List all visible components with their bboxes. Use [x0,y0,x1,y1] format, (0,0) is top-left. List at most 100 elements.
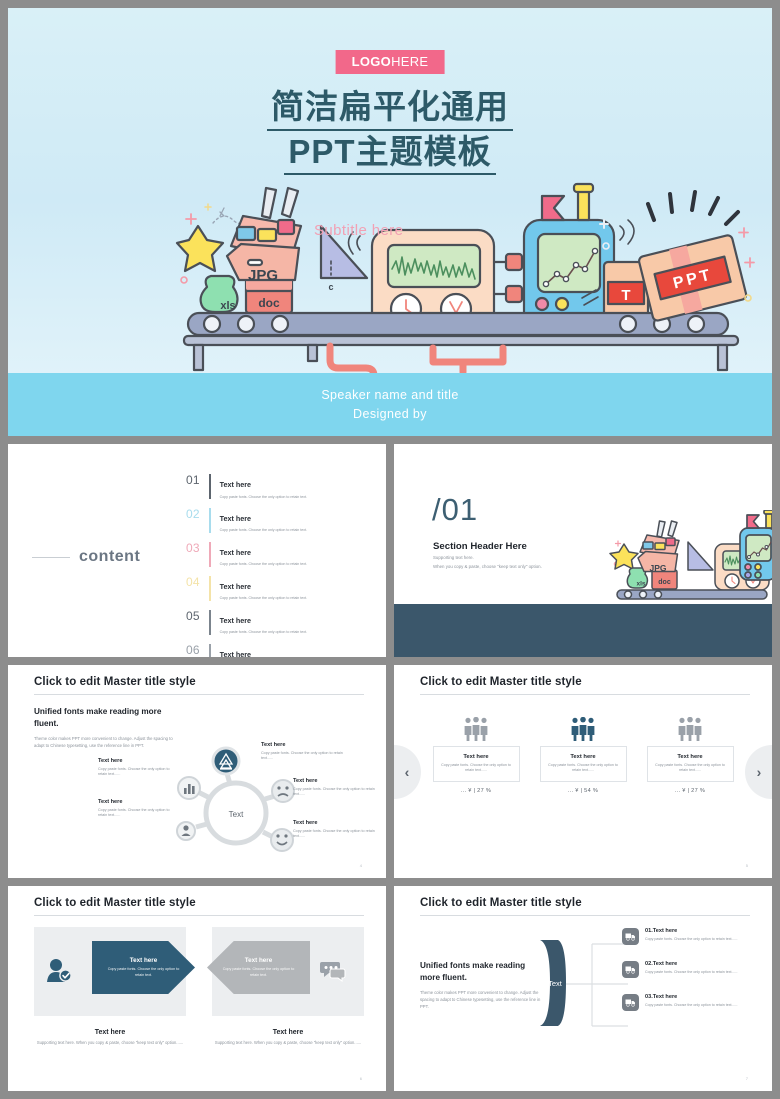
branch-item-heading: 03.Text here [645,994,678,1000]
svg-text:Text: Text [229,810,244,819]
people-column[interactable]: Text here Copy paste fonts. Choose the o… [646,717,734,795]
toc-body: Copy paste fonts. Choose the only option… [219,562,308,567]
slide-table-of-contents[interactable]: content 01 Text here Copy paste fonts. C… [8,444,386,657]
right-caption-heading: Text here [272,1029,304,1036]
toc-item[interactable]: 03 Text here Copy paste fonts. Choose th… [186,541,368,567]
toc-item[interactable]: 05 Text here Copy paste fonts. Choose th… [186,608,368,635]
svg-text:JPG: JPG [248,267,278,284]
page-number: 4 [359,863,362,868]
toc-item[interactable]: 02 Text here Copy paste fonts. Choose th… [186,506,368,533]
branch-item[interactable]: 01.Text here Copy paste fonts. Choose th… [622,928,752,945]
subtitle-text: Subtitle here [314,222,404,239]
slide-people-statistics[interactable]: Click to edit Master title style ‹ › Tex… [394,665,772,878]
toc-number: 02 [186,506,200,521]
toc-number: 01 [186,473,200,487]
title-underline [420,694,750,695]
people-group-icon [464,717,488,741]
toc-bar [209,507,211,533]
toc-bar [209,474,211,499]
branch-item-body: Copy paste fonts. Choose the only option… [645,937,738,941]
radial-node-heading: Text here [293,820,318,826]
toc-number: 05 [186,608,200,623]
delivery-truck-icon [622,994,639,1011]
branch-connector-lines [566,943,628,1027]
people-card: Text here Copy paste fonts. Choose the o… [539,746,627,783]
right-arrow-body: Copy paste fonts. Choose the only option… [222,967,295,977]
radial-node-label: Text here Copy paste fonts. Choose the o… [261,742,343,762]
people-group-icon [571,717,595,741]
people-card-body: Copy paste fonts. Choose the only option… [548,763,618,773]
toc-item[interactable]: 01 Text here Copy paste fonts. Choose th… [186,473,368,499]
toc-heading: Text here [219,615,252,625]
people-column[interactable]: Text here Copy paste fonts. Choose the o… [539,717,627,795]
toc-item[interactable]: 06 Text here Copy paste fonts. Choose th… [186,643,368,657]
toc-list: 01 Text here Copy paste fonts. Choose th… [186,473,368,657]
branch-item[interactable]: 02.Text here Copy paste fonts. Choose th… [622,961,752,978]
toc-item[interactable]: 04 Text here Copy paste fonts. Choose th… [186,575,368,601]
right-arrow-heading: Text here [244,957,273,965]
title-underline [34,915,364,916]
people-card: Text here Copy paste fonts. Choose the o… [432,746,520,783]
toc-body: Copy paste fonts. Choose the only option… [219,528,308,533]
people-value: ... ¥ | 54 % [567,788,599,795]
people-value: ... ¥ | 27 % [460,788,492,795]
toc-body: Copy paste fonts. Choose the only option… [219,494,308,499]
delivery-truck-icon [622,928,639,945]
ppt-template-preview-page: xls doc JPG c T PPT LOGOHERE 简洁扁平化通用 PPT… [0,0,780,1099]
slide-title: Click to edit Master title style [34,897,196,909]
toc-heading: Text here [219,649,252,657]
radial-node-heading: Text here [293,778,318,784]
section-support-line-1: Supporting text here. [433,555,474,560]
slide-opposing-arrows[interactable]: Click to edit Master title style Text he… [8,886,386,1091]
toc-bar [209,541,211,567]
people-card-heading: Text here [677,754,703,760]
radial-node-label: Text here Copy paste fonts. Choose the o… [98,799,173,819]
slide-radial-diagram[interactable]: Click to edit Master title style Unified… [8,665,386,878]
radial-node-heading: Text here [261,742,286,748]
lead-body: Theme color makes PPT more convenient to… [420,989,541,1010]
logo-placeholder-badge[interactable]: LOGOHERE [335,50,445,74]
toc-heading: Text here [219,480,252,489]
section-bottom-band [394,604,772,657]
left-caption: Text here Supporting text here. When you… [35,1029,185,1046]
toc-heading: Text here [219,581,252,591]
branch-item-heading: 02.Text here [645,961,678,967]
people-card: Text here Copy paste fonts. Choose the o… [646,746,734,783]
radial-node-heading: Text here [98,758,123,764]
svg-text:Text: Text [548,979,563,988]
right-caption-body: Supporting text here. When you copy & pa… [214,1040,362,1045]
left-caption-body: Supporting text here. When you copy & pa… [36,1040,184,1045]
branch-center-shape: Text [540,940,566,1026]
slide-title: Click to edit Master title style [420,676,582,688]
slide-section-header[interactable]: /01 Section Header Here Supporting text … [394,444,772,657]
lead-heading: Unified fonts make reading more fluent. [420,961,526,982]
people-column[interactable]: Text here Copy paste fonts. Choose the o… [432,717,520,795]
radial-node-body: Copy paste fonts. Choose the only option… [293,786,375,797]
left-arrow-body: Copy paste fonts. Choose the only option… [107,967,180,977]
title-underline [420,915,750,916]
people-card-heading: Text here [570,754,596,760]
title-line-1: 简洁扁平化通用 [267,86,513,131]
lead-paragraph-block: Unified fonts make reading more fluent. … [420,960,542,1010]
toc-bar [209,643,211,657]
people-card-heading: Text here [463,754,489,760]
svg-text:JPG: JPG [649,563,666,573]
radial-node-body: Copy paste fonts. Choose the only option… [293,828,375,839]
people-value: ... ¥ | 27 % [674,788,706,795]
page-title: 简洁扁平化通用 PPT主题模板 [8,86,772,176]
chat-bubbles-icon [320,962,346,982]
page-number: 7 [745,1076,748,1081]
speaker-band: Speaker name and title Designed by [8,373,772,436]
slide-branch-diagram[interactable]: Click to edit Master title style Unified… [394,886,772,1091]
left-caption-heading: Text here [94,1029,126,1036]
branch-item-heading: 01.Text here [645,928,678,934]
toc-heading: Text here [219,513,252,523]
radial-node-label: Text here Copy paste fonts. Choose the o… [293,820,375,840]
branch-item-body: Copy paste fonts. Choose the only option… [645,970,738,974]
branch-item[interactable]: 03.Text here Copy paste fonts. Choose th… [622,994,752,1011]
slide-title-cover[interactable]: xls doc JPG c T PPT LOGOHERE 简洁扁平化通用 PPT… [8,8,772,436]
section-illustration-machine [739,510,772,581]
people-card-body: Copy paste fonts. Choose the only option… [655,763,725,773]
left-arrow-heading: Text here [129,957,158,965]
designed-by: Designed by [353,407,427,421]
